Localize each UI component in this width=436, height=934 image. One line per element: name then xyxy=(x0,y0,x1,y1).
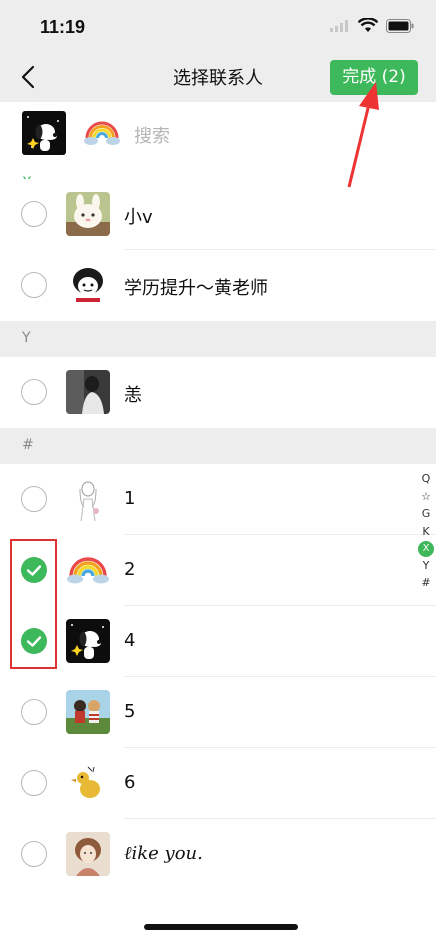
duck-avatar-icon xyxy=(66,761,110,805)
contact-name: 2 xyxy=(124,559,136,580)
radio-unchecked[interactable] xyxy=(21,379,47,405)
contact-row[interactable]: 1 xyxy=(0,464,436,535)
sketch-avatar-icon xyxy=(66,477,110,521)
cartoon-avatar-icon xyxy=(66,263,110,307)
alphabet-index-bar[interactable]: Q ☆ G K X Y # xyxy=(416,470,436,592)
section-letter-hash: # xyxy=(22,437,34,453)
signal-icon xyxy=(330,19,348,32)
contact-row[interactable]: 6 xyxy=(0,748,436,819)
contact-name: 学历提升～黄老师 xyxy=(124,278,268,299)
snoopy-avatar-icon xyxy=(22,111,66,155)
status-time: 11:19 xyxy=(40,17,86,37)
radio-unchecked[interactable] xyxy=(21,770,47,796)
rainbow-avatar-icon xyxy=(66,548,110,592)
annotation-arrow-icon xyxy=(347,82,379,188)
radio-unchecked[interactable] xyxy=(21,486,47,512)
index-item[interactable]: K xyxy=(416,523,436,541)
wifi-icon xyxy=(358,18,378,32)
radio-unchecked[interactable] xyxy=(21,699,47,725)
contact-row[interactable]: 2 xyxy=(0,535,436,606)
contact-name: ℓike you. xyxy=(124,843,203,864)
snoopy-avatar-icon xyxy=(66,619,110,663)
index-item[interactable]: Q xyxy=(416,470,436,488)
contact-name: 6 xyxy=(124,772,136,793)
contact-row[interactable]: ℓike you. xyxy=(0,819,436,890)
status-bar: 11:19 xyxy=(0,0,436,52)
home-indicator xyxy=(144,924,298,930)
radio-unchecked[interactable] xyxy=(21,201,47,227)
contact-row[interactable]: 4 xyxy=(0,606,436,677)
photo-avatar-icon xyxy=(66,370,110,414)
search-input[interactable]: 搜索 xyxy=(134,122,170,148)
rainbow-avatar-icon xyxy=(84,121,120,145)
radio-unchecked[interactable] xyxy=(21,841,47,867)
section-header-y: Y xyxy=(0,321,436,357)
contact-row[interactable]: 恙 xyxy=(0,357,436,428)
index-item[interactable]: G xyxy=(416,505,436,523)
bunny-avatar-icon xyxy=(66,192,110,236)
annotation-highlight-box xyxy=(10,539,57,669)
status-icons xyxy=(330,18,414,33)
contact-row[interactable]: 学历提升～黄老师 xyxy=(0,250,436,321)
section-letter-y: Y xyxy=(22,330,31,346)
index-item[interactable]: Y xyxy=(416,557,436,575)
index-item[interactable]: # xyxy=(416,574,436,592)
index-item-active[interactable]: X xyxy=(418,540,434,557)
contact-name: 4 xyxy=(124,630,136,651)
index-item[interactable]: ☆ xyxy=(416,488,436,506)
contact-name: 小v xyxy=(124,207,153,228)
contact-row[interactable]: 5 xyxy=(0,677,436,748)
contact-name: 1 xyxy=(124,488,136,509)
section-header-hash: # xyxy=(0,428,436,464)
couple-avatar-icon xyxy=(66,690,110,734)
radio-unchecked[interactable] xyxy=(21,272,47,298)
contact-name: 恙 xyxy=(124,385,142,406)
battery-icon xyxy=(386,18,414,33)
contact-name: 5 xyxy=(124,701,136,722)
girl-avatar-icon xyxy=(66,832,110,876)
